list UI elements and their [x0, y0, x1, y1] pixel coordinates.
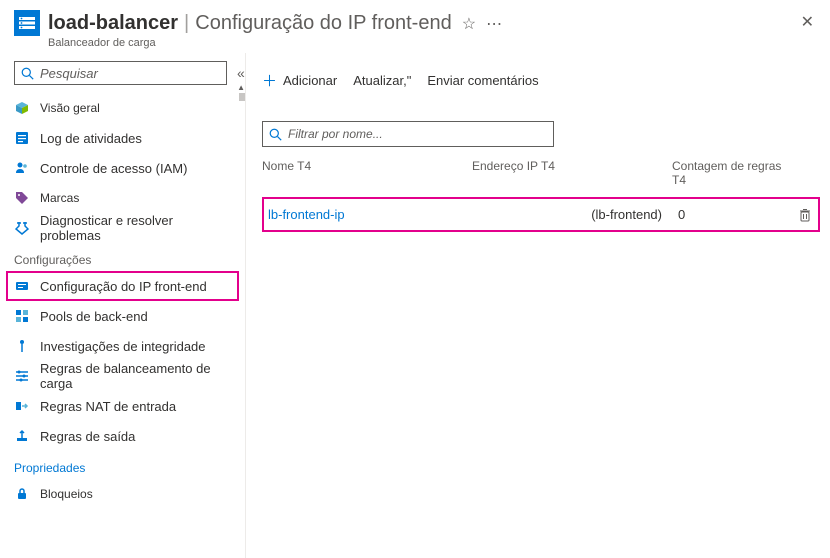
- delete-icon[interactable]: [798, 208, 812, 222]
- sidebar-section-settings: Configurações: [0, 243, 245, 271]
- sidebar-item-label: Regras de saída: [40, 429, 135, 444]
- overview-icon: [14, 100, 30, 116]
- sidebar-item-label: Visão geral: [40, 101, 100, 115]
- sidebar-item-label: Bloqueios: [40, 487, 93, 501]
- favorite-star-icon[interactable]: ☆: [462, 14, 476, 34]
- diagnose-icon: [14, 220, 30, 236]
- row-name-link[interactable]: lb-frontend-ip: [268, 207, 345, 222]
- backend-pools-icon: [14, 308, 30, 324]
- lb-rules-icon: [14, 368, 30, 384]
- refresh-button[interactable]: Atualizar,": [353, 73, 411, 88]
- blade-title: Configuração do IP front-end: [195, 12, 451, 35]
- add-button[interactable]: ＋ Adicionar: [262, 70, 337, 91]
- sidebar-item-label: Configuração do IP front-end: [40, 279, 207, 294]
- toolbar: ＋ Adicionar Atualizar," Enviar comentári…: [262, 63, 820, 97]
- health-probe-icon: [14, 338, 30, 354]
- sidebar-item-label: Pools de back-end: [40, 309, 148, 324]
- lock-icon: [14, 486, 30, 502]
- scroll-up-icon[interactable]: ▲: [237, 83, 245, 92]
- sidebar: « ▲ Visão geral Log de atividades Contro…: [0, 53, 246, 558]
- add-label: Adicionar: [283, 73, 337, 88]
- filter-input[interactable]: [262, 121, 554, 147]
- sidebar-section-properties: Propriedades: [0, 451, 245, 479]
- collapse-sidebar-icon[interactable]: «: [237, 65, 245, 81]
- sidebar-item-lb-rules[interactable]: Regras de balanceamento de carga: [0, 361, 245, 391]
- blade-header: load-balancer | Configuração do IP front…: [0, 0, 830, 53]
- resource-type-label: Balanceador de carga: [48, 37, 502, 49]
- feedback-button[interactable]: Enviar comentários: [427, 73, 538, 88]
- filter-text-input[interactable]: [286, 126, 547, 142]
- frontend-ip-icon: [14, 278, 30, 294]
- close-icon[interactable]: ✕: [801, 12, 814, 32]
- plus-icon: ＋: [262, 70, 277, 91]
- sidebar-item-label: Investigações de integridade: [40, 339, 206, 354]
- outbound-rules-icon: [14, 428, 30, 444]
- table-row[interactable]: lb-frontend-ip (lb-frontend) 0: [262, 197, 820, 232]
- sidebar-item-frontend-ip[interactable]: Configuração do IP front-end: [6, 271, 239, 301]
- search-icon: [21, 67, 34, 80]
- sidebar-item-backend-pools[interactable]: Pools de back-end: [0, 301, 245, 331]
- row-rules: 0: [678, 207, 798, 222]
- col-header-rules[interactable]: Contagem de regras T4: [672, 159, 792, 187]
- main-content: ＋ Adicionar Atualizar," Enviar comentári…: [246, 53, 830, 558]
- sidebar-item-diagnose[interactable]: Diagnosticar e resolver problemas: [0, 213, 245, 243]
- feedback-label: Enviar comentários: [427, 73, 538, 88]
- sidebar-item-label: Regras NAT de entrada: [40, 399, 176, 414]
- refresh-label: Atualizar,": [353, 73, 411, 88]
- row-ip: (lb-frontend): [478, 207, 678, 222]
- sidebar-item-nat-rules[interactable]: Regras NAT de entrada: [0, 391, 245, 421]
- sidebar-item-access-control[interactable]: Controle de acesso (IAM): [0, 153, 245, 183]
- col-header-name[interactable]: Nome T4: [262, 159, 472, 187]
- col-header-ip[interactable]: Endereço IP T4: [472, 159, 672, 187]
- resource-icon: [14, 10, 40, 36]
- sidebar-item-label: Regras de balanceamento de carga: [40, 361, 231, 391]
- tags-icon: [14, 190, 30, 206]
- sidebar-item-health-probes[interactable]: Investigações de integridade: [0, 331, 245, 361]
- sidebar-item-label: Marcas: [40, 191, 79, 205]
- sidebar-item-overview[interactable]: Visão geral: [0, 93, 245, 123]
- sidebar-item-locks[interactable]: Bloqueios: [0, 479, 245, 509]
- search-icon: [269, 128, 282, 141]
- scrollbar-thumb[interactable]: [239, 93, 245, 101]
- sidebar-item-tags[interactable]: Marcas: [0, 183, 245, 213]
- access-control-icon: [14, 160, 30, 176]
- sidebar-item-label: Log de atividades: [40, 131, 142, 146]
- sidebar-item-activity-log[interactable]: Log de atividades: [0, 123, 245, 153]
- activity-log-icon: [14, 130, 30, 146]
- sidebar-item-label: Controle de acesso (IAM): [40, 161, 187, 176]
- sidebar-item-outbound-rules[interactable]: Regras de saída: [0, 421, 245, 451]
- sidebar-search[interactable]: [14, 61, 227, 85]
- sidebar-item-label: Diagnosticar e resolver problemas: [40, 213, 231, 243]
- more-actions-icon[interactable]: ⋯: [486, 14, 502, 34]
- nat-rules-icon: [14, 398, 30, 414]
- table-headers: Nome T4 Endereço IP T4 Contagem de regra…: [262, 159, 820, 187]
- sidebar-search-input[interactable]: [38, 65, 220, 82]
- resource-name: load-balancer: [48, 12, 178, 35]
- title-separator: |: [184, 12, 189, 35]
